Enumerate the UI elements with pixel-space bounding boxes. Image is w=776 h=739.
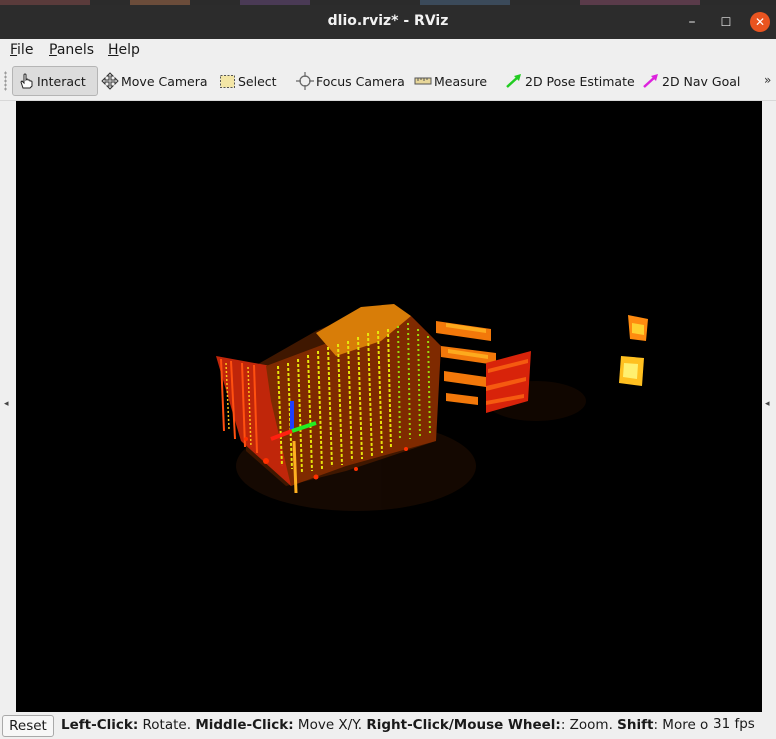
help-desc-rotate: Rotate.	[138, 717, 196, 733]
menu-help[interactable]: Help	[108, 42, 140, 58]
magenta-arrow-icon	[643, 74, 658, 88]
help-text: Left-Click: Rotate. Middle-Click: Move X…	[61, 717, 709, 733]
3d-render-viewport[interactable]	[16, 101, 762, 712]
fps-counter: 31 fps	[713, 716, 755, 732]
help-desc-more: : More opti	[653, 717, 709, 733]
tool-focus-camera[interactable]: Focus Camera	[296, 66, 405, 96]
help-key-middle-click: Middle-Click:	[195, 717, 294, 733]
menu-panels-mnemonic: P	[49, 42, 57, 58]
tool-measure-label: Measure	[434, 73, 488, 89]
select-box-icon	[220, 74, 235, 88]
tool-select-label: Select	[238, 73, 277, 89]
tool-focus-camera-label: Focus Camera	[316, 73, 405, 89]
tool-2d-nav-goal[interactable]: 2D Nav Goal	[642, 66, 740, 96]
close-button[interactable]: ✕	[750, 12, 770, 32]
move-arrows-icon	[101, 72, 119, 90]
menu-file-label: ile	[17, 42, 34, 58]
tool-move-camera[interactable]: Move Camera	[101, 66, 208, 96]
chevron-left-icon: ◂	[4, 399, 9, 409]
tool-interact[interactable]: Interact	[12, 66, 98, 96]
toolbar-grip-handle[interactable]	[4, 71, 7, 91]
maximize-button[interactable]: ☐	[716, 12, 736, 32]
menu-help-mnemonic: H	[108, 42, 119, 58]
focus-crosshair-icon	[296, 72, 314, 90]
help-key-right-click: Right-Click/Mouse Wheel:	[366, 717, 561, 733]
help-key-shift: Shift	[617, 717, 654, 733]
minimize-button[interactable]: –	[682, 12, 702, 32]
menu-bar: File Panels Help	[0, 39, 776, 62]
menu-panels[interactable]: Panels	[49, 42, 94, 58]
help-desc-move: Move X/Y.	[293, 717, 367, 733]
tool-interact-label: Interact	[37, 73, 86, 89]
menu-file-mnemonic: F	[10, 42, 18, 58]
window-title: dlio.rviz* - RViz	[327, 13, 449, 29]
status-bar: Reset Left-Click: Rotate. Middle-Click: …	[0, 712, 776, 739]
right-dock-collapse[interactable]: ◂	[762, 101, 776, 712]
tool-move-camera-label: Move Camera	[121, 73, 208, 89]
tool-2d-pose-estimate-label: 2D Pose Estimate	[525, 73, 635, 89]
menu-help-label: elp	[118, 42, 140, 58]
ruler-icon	[414, 77, 432, 85]
help-desc-zoom: : Zoom.	[560, 717, 618, 733]
pointcloud-render	[216, 304, 648, 511]
menu-panels-label: anels	[56, 42, 95, 58]
tool-2d-nav-goal-label: 2D Nav Goal	[662, 73, 741, 89]
green-arrow-icon	[506, 74, 521, 88]
chevron-right-icon: ◂	[765, 399, 770, 409]
tool-bar: Interact Move Camera Select Focus Camera…	[0, 62, 776, 101]
tool-measure[interactable]: Measure	[414, 66, 487, 96]
title-bar[interactable]: dlio.rviz* - RViz – ☐ ✕	[0, 5, 776, 39]
tool-select[interactable]: Select	[219, 66, 277, 96]
toolbar-overflow-button[interactable]: »	[764, 73, 771, 87]
left-dock-collapse[interactable]: ◂	[0, 101, 16, 712]
reset-button[interactable]: Reset	[2, 715, 54, 737]
help-key-left-click: Left-Click:	[61, 717, 139, 733]
menu-file[interactable]: File	[10, 42, 33, 58]
tool-2d-pose-estimate[interactable]: 2D Pose Estimate	[505, 66, 635, 96]
hand-pointer-icon	[20, 73, 33, 89]
